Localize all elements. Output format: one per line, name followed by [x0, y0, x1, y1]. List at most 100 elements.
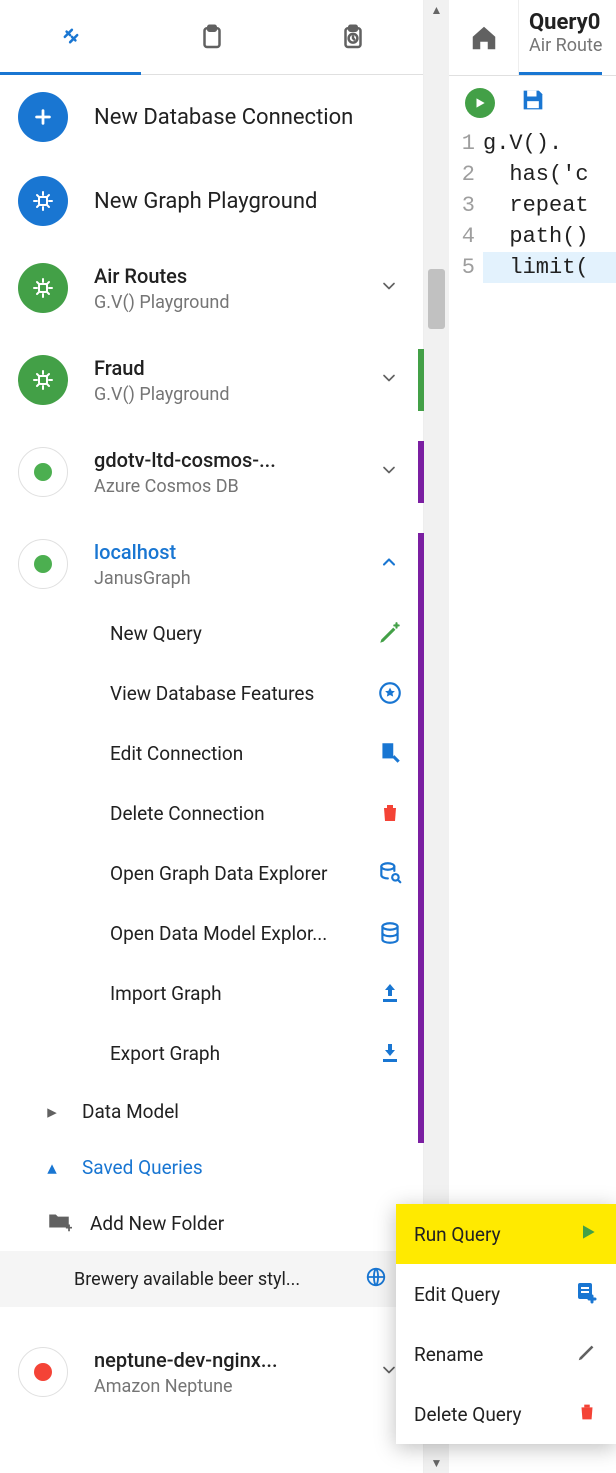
connection-list: Air Routes G.V() Playground Fraud G.V() …: [0, 249, 423, 1411]
primary-actions: New Database Connection New Graph Playgr…: [0, 75, 423, 243]
tab-clipboard[interactable]: [141, 0, 282, 75]
save-button[interactable]: [519, 86, 547, 119]
home-tab[interactable]: [449, 0, 519, 75]
new-connection-button[interactable]: New Database Connection: [0, 75, 423, 159]
database-search-icon: [375, 860, 405, 886]
scroll-thumb[interactable]: [428, 269, 445, 329]
code-line: g.V().: [483, 128, 616, 159]
trash-icon: [375, 801, 405, 825]
action-label: Open Graph Data Explorer: [110, 862, 327, 885]
ctx-delete-query[interactable]: Delete Query: [396, 1384, 616, 1444]
edit-note-icon: [375, 740, 405, 766]
code-lines: g.V(). has('c repeat path() limit(: [483, 128, 616, 283]
connection-neptune[interactable]: neptune-dev-nginx... Amazon Neptune: [0, 1333, 423, 1411]
pencil-plus-icon: [375, 620, 405, 646]
connection-fraud[interactable]: Fraud G.V() Playground: [0, 341, 423, 419]
plus-icon: [18, 92, 68, 142]
chip-icon: [18, 355, 68, 405]
chevron-down-icon[interactable]: [365, 268, 413, 309]
status-dot-icon: [18, 447, 68, 497]
new-playground-button[interactable]: New Graph Playground: [0, 159, 423, 243]
ctx-rename[interactable]: Rename: [396, 1324, 616, 1384]
action-import-graph[interactable]: Import Graph: [110, 963, 405, 1023]
saved-query-item[interactable]: Brewery available beer styl... ⋮: [0, 1251, 423, 1307]
ctx-label: Rename: [414, 1343, 483, 1366]
code-line: path(): [483, 221, 616, 252]
action-export-graph[interactable]: Export Graph: [110, 1023, 405, 1083]
tree-label: Saved Queries: [82, 1156, 203, 1179]
query-tab-title: Query0: [529, 10, 602, 35]
connection-title: localhost: [94, 540, 314, 564]
scroll-down-arrow[interactable]: ▼: [424, 1453, 449, 1473]
pencil-icon: [576, 1341, 598, 1368]
line-number: 1: [449, 128, 475, 159]
status-dot-icon: [18, 539, 68, 589]
action-edit-connection[interactable]: Edit Connection: [110, 723, 405, 783]
tab-history[interactable]: [282, 0, 423, 75]
action-view-features[interactable]: View Database Features: [110, 663, 405, 723]
connection-text: gdotv-ltd-cosmos-... Azure Cosmos DB: [94, 448, 339, 497]
connection-text: Air Routes G.V() Playground: [94, 264, 339, 313]
line-number: 5: [449, 252, 475, 283]
new-connection-label: New Database Connection: [94, 105, 353, 130]
line-number: 2: [449, 159, 475, 190]
code-editor[interactable]: 1 2 3 4 5 g.V(). has('c repeat path() li…: [449, 125, 616, 283]
run-button[interactable]: [465, 88, 495, 118]
connection-title: Fraud: [94, 356, 314, 380]
connection-localhost[interactable]: localhost JanusGraph: [0, 525, 423, 603]
triangle-up-icon: ▴: [42, 1156, 62, 1179]
ctx-run-query[interactable]: Run Query: [396, 1204, 616, 1264]
add-new-folder[interactable]: + Add New Folder: [0, 1195, 423, 1251]
action-label: Open Data Model Explor...: [110, 922, 327, 945]
chip-icon: [18, 176, 68, 226]
connection-air-routes[interactable]: Air Routes G.V() Playground: [0, 249, 423, 327]
ctx-label: Edit Query: [414, 1283, 500, 1306]
action-open-model[interactable]: Open Data Model Explor...: [110, 903, 405, 963]
folder-plus-icon: +: [46, 1208, 72, 1239]
action-label: Edit Connection: [110, 742, 243, 765]
connection-subtitle: JanusGraph: [94, 568, 339, 589]
star-circle-icon: [375, 680, 405, 706]
download-icon: [375, 1041, 405, 1065]
action-label: Import Graph: [110, 982, 222, 1005]
svg-text:+: +: [66, 1220, 73, 1233]
action-label: New Query: [110, 622, 202, 645]
scroll-up-arrow[interactable]: ▲: [424, 0, 449, 20]
chevron-up-icon[interactable]: [365, 544, 413, 585]
tree-label: Data Model: [82, 1100, 179, 1123]
sidebar: New Database Connection New Graph Playgr…: [0, 0, 424, 1473]
add-folder-label: Add New Folder: [90, 1212, 224, 1235]
action-delete-connection[interactable]: Delete Connection: [110, 783, 405, 843]
connection-text: localhost JanusGraph: [94, 540, 339, 589]
line-number: 4: [449, 221, 475, 252]
triangle-right-icon: ▸: [42, 1100, 62, 1123]
tree-data-model[interactable]: ▸ Data Model: [0, 1083, 423, 1139]
query-tab[interactable]: Query0 Air Route: [519, 0, 602, 75]
chip-icon: [18, 263, 68, 313]
action-label: Delete Connection: [110, 802, 265, 825]
tab-connections[interactable]: [0, 0, 141, 75]
connection-text: Fraud G.V() Playground: [94, 356, 339, 405]
editor-toolbar: [449, 76, 616, 125]
trash-icon: [576, 1401, 598, 1428]
play-icon: [578, 1222, 598, 1247]
sidebar-tabs: [0, 0, 423, 75]
action-label: View Database Features: [110, 682, 314, 705]
connection-cosmos[interactable]: gdotv-ltd-cosmos-... Azure Cosmos DB: [0, 433, 423, 511]
action-label: Export Graph: [110, 1042, 220, 1065]
action-open-explorer[interactable]: Open Graph Data Explorer: [110, 843, 405, 903]
context-menu: Run Query Edit Query Rename Delete Query: [396, 1204, 616, 1444]
chevron-down-icon[interactable]: [365, 360, 413, 401]
action-new-query[interactable]: New Query: [110, 603, 405, 663]
connection-text: neptune-dev-nginx... Amazon Neptune: [94, 1348, 339, 1397]
ctx-edit-query[interactable]: Edit Query: [396, 1264, 616, 1324]
tree-saved-queries[interactable]: ▴ Saved Queries: [0, 1139, 423, 1195]
line-number: 3: [449, 190, 475, 221]
chevron-down-icon[interactable]: [365, 452, 413, 493]
code-line: limit(: [483, 252, 616, 283]
connection-subtitle: G.V() Playground: [94, 292, 339, 313]
connection-title: Air Routes: [94, 264, 314, 288]
ctx-label: Delete Query: [414, 1403, 521, 1426]
file-plus-icon: [574, 1280, 598, 1309]
code-line: has('c: [483, 159, 616, 190]
